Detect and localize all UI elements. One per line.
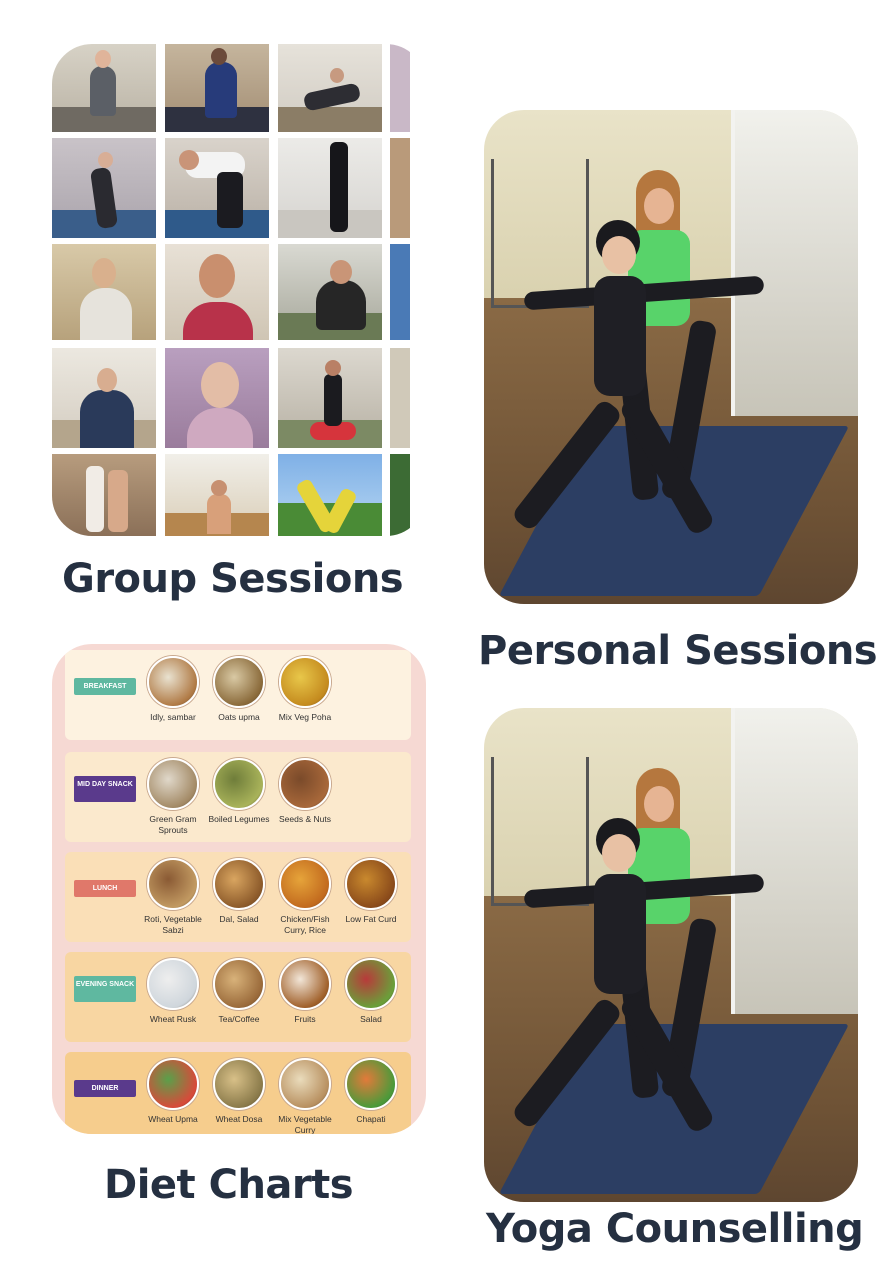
session-tile (52, 44, 156, 132)
food-item: Low Fat Curd (335, 858, 407, 925)
session-tile (165, 348, 269, 448)
food-label: Wheat Upma (148, 1114, 198, 1124)
personal-sessions-photo (484, 110, 858, 604)
food-label: Mix Vegetable Curry (278, 1114, 332, 1134)
meal-tag: MID DAY SNACK (74, 776, 136, 802)
food-label: Salad (360, 1014, 382, 1024)
food-item: Boiled Legumes (203, 758, 275, 825)
food-item: Tea/Coffee (203, 958, 275, 1025)
session-tile (165, 244, 269, 340)
food-item: Fruits (269, 958, 341, 1025)
food-image (213, 656, 265, 708)
food-item: Mix Veg Poha (269, 656, 341, 723)
session-tile (52, 138, 156, 238)
diet-chart: BREAKFAST Idly, sambar Oats upma Mix Veg Po… (52, 644, 426, 1134)
food-item: Seeds & Nuts (269, 758, 341, 825)
food-item: Green Gram Sprouts (137, 758, 209, 836)
session-tile (278, 44, 382, 132)
food-image (279, 758, 331, 810)
food-item: Salad (335, 958, 407, 1025)
session-tile (165, 138, 269, 238)
food-label: Roti, Vegetable Sabzi (144, 914, 202, 935)
food-label: Seeds & Nuts (279, 814, 331, 824)
session-tile (52, 348, 156, 448)
yoga-counselling-photo (484, 708, 858, 1202)
food-label: Fruits (294, 1014, 316, 1024)
session-tile (390, 244, 410, 340)
session-tile (278, 138, 382, 238)
session-tile (278, 348, 382, 448)
food-image (279, 858, 331, 910)
food-item: Wheat Dosa (203, 1058, 275, 1125)
food-label: Mix Veg Poha (278, 712, 332, 722)
food-image (147, 958, 199, 1010)
meal-tag: DINNER (74, 1080, 136, 1097)
food-item: Wheat Upma (137, 1058, 209, 1125)
diet-charts-caption: Diet Charts (104, 1162, 354, 1208)
food-item: Idly, sambar (137, 656, 209, 723)
session-tile (278, 244, 382, 340)
meal-row: MID DAY SNACK Green Gram Sprouts Boiled Le… (65, 752, 411, 842)
food-label: Wheat Rusk (149, 1014, 197, 1024)
session-tile (278, 454, 382, 536)
food-item: Chapati (335, 1058, 407, 1125)
personal-sessions-caption: Personal Sessions (478, 628, 878, 674)
food-image (345, 858, 397, 910)
food-item: Mix Vegetable Curry (269, 1058, 341, 1134)
food-label: Oats upma (218, 712, 260, 722)
food-label: Boiled Legumes (208, 814, 270, 824)
food-image (279, 958, 331, 1010)
food-label: Dal, Salad (219, 914, 259, 924)
food-image (147, 858, 199, 910)
food-image (279, 1058, 331, 1110)
meal-row: DINNER Wheat Upma Wheat Dosa Mix Vegetable … (65, 1052, 411, 1134)
food-image (213, 758, 265, 810)
food-item: Oats upma (203, 656, 275, 723)
food-image (213, 1058, 265, 1110)
session-tile (390, 138, 410, 238)
food-image (147, 656, 199, 708)
food-image (279, 656, 331, 708)
food-label: Idly, sambar (150, 712, 196, 722)
food-label: Green Gram Sprouts (149, 814, 197, 835)
session-tile (52, 244, 156, 340)
food-image (213, 858, 265, 910)
session-tile (52, 454, 156, 536)
session-tile (390, 44, 410, 132)
food-image (147, 758, 199, 810)
food-item: Wheat Rusk (137, 958, 209, 1025)
food-image (213, 958, 265, 1010)
student-figure (510, 818, 765, 1148)
food-image (345, 1058, 397, 1110)
food-label: Chapati (356, 1114, 386, 1124)
yoga-counselling-caption: Yoga Counselling (486, 1206, 864, 1252)
meal-tag: BREAKFAST (74, 678, 136, 695)
food-item: Dal, Salad (203, 858, 275, 925)
food-label: Tea/Coffee (218, 1014, 260, 1024)
food-item: Chicken/Fish Curry, Rice (269, 858, 341, 936)
meal-row: LUNCH Roti, Vegetable Sabzi Dal, Salad Chic… (65, 852, 411, 942)
food-item: Roti, Vegetable Sabzi (137, 858, 209, 936)
food-label: Low Fat Curd (345, 914, 397, 924)
food-label: Wheat Dosa (215, 1114, 263, 1124)
session-tile (165, 44, 269, 132)
food-image (345, 958, 397, 1010)
session-tile (165, 454, 269, 536)
student-figure (510, 220, 765, 550)
meal-row: BREAKFAST Idly, sambar Oats upma Mix Veg Po… (65, 650, 411, 740)
meal-tag: LUNCH (74, 880, 136, 897)
group-sessions-collage (52, 44, 426, 536)
food-image (147, 1058, 199, 1110)
session-tile (390, 454, 410, 536)
food-label: Chicken/Fish Curry, Rice (280, 914, 330, 935)
session-tile (390, 348, 410, 448)
meal-tag: EVENING SNACK (74, 976, 136, 1002)
meal-row: EVENING SNACK Wheat Rusk Tea/Coffee Fruits S… (65, 952, 411, 1042)
group-sessions-caption: Group Sessions (62, 556, 404, 602)
